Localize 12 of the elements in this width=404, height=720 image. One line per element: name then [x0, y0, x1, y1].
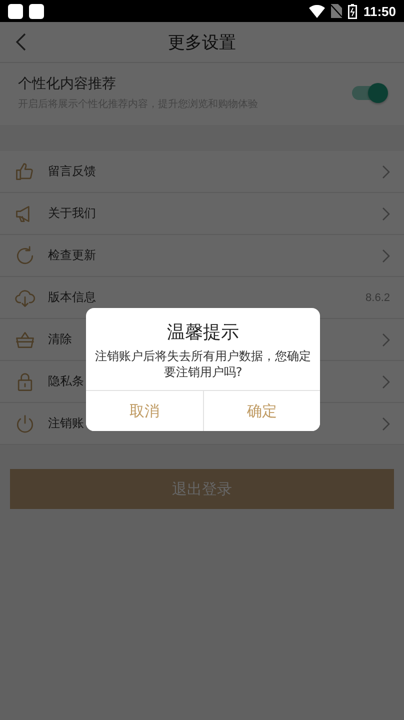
menu-label: 关于我们	[48, 205, 96, 222]
menu-label: 隐私条	[48, 373, 84, 390]
menu-label: 版本信息	[48, 289, 96, 306]
menu-label: 清除	[48, 331, 72, 348]
setting-label: 个性化内容推荐	[18, 75, 117, 93]
page-title: 更多设置	[168, 32, 236, 54]
clock-time: 11:50	[363, 4, 396, 18]
menu-label: 检查更新	[48, 247, 96, 264]
menu-label: 留言反馈	[48, 163, 96, 180]
menu-label: 注销账	[48, 415, 84, 432]
dialog-title: 温馨提示	[166, 321, 240, 344]
dialog-message: 注销账户后将失去所有用户数据，您确定要注销用户吗?	[94, 348, 312, 382]
